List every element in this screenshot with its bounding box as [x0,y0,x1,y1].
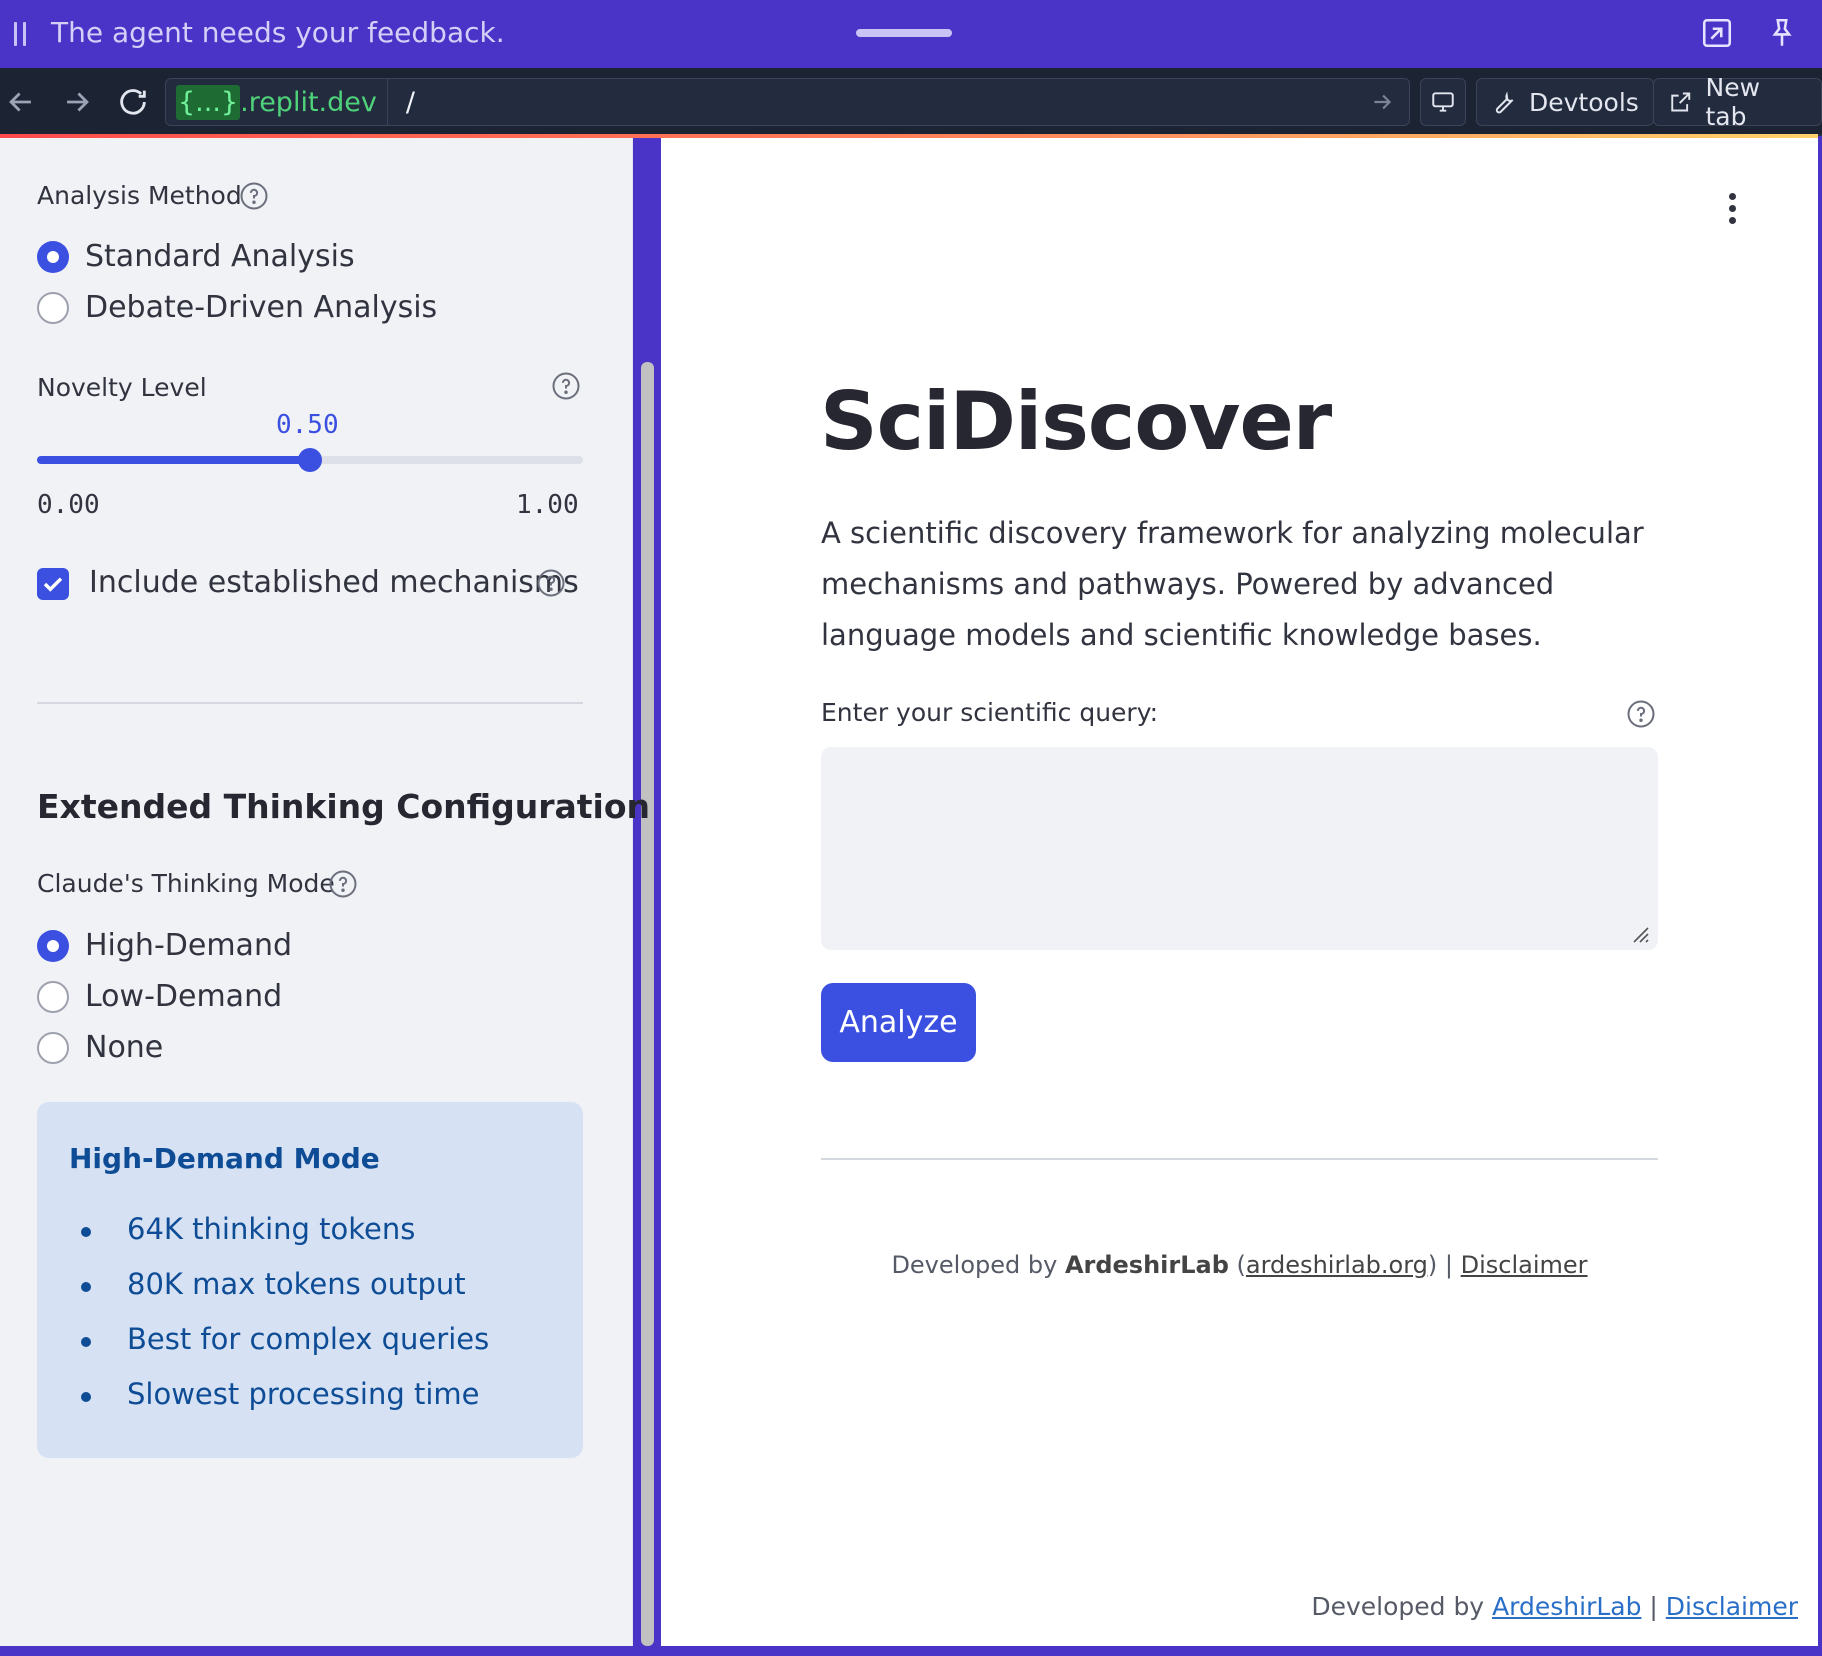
url-path: / [405,86,415,118]
extended-thinking-heading: Extended Thinking Configuration [37,787,651,826]
grip-icon[interactable] [12,22,28,46]
device-preview-button[interactable] [1420,78,1466,126]
url-host-brace: {...} [176,84,241,120]
mode-info-box: High-Demand Mode 64K thinking tokens 80K… [37,1102,583,1458]
list-item: 80K max tokens output [69,1267,489,1322]
agent-message: The agent needs your feedback. [51,16,505,49]
novelty-slider[interactable] [37,448,583,472]
slider-thumb[interactable] [298,448,322,472]
sidebar-divider [37,702,583,704]
help-icon[interactable] [551,371,581,401]
monitor-icon [1432,92,1454,112]
drag-handle[interactable] [856,29,952,37]
radio-button[interactable] [37,980,69,1013]
sidebar-scrollbar[interactable] [641,362,654,1646]
footer-disclaimer-link[interactable]: Disclaimer [1461,1251,1588,1279]
radio-none[interactable]: None [37,1030,163,1065]
pin-icon[interactable] [1765,16,1799,50]
list-item: Best for complex queries [69,1322,489,1377]
bottom-footer-lab-link[interactable]: ArdeshirLab [1492,1592,1641,1621]
thinking-mode-label: Claude's Thinking Mode [37,869,335,898]
analyze-button[interactable]: Analyze [821,983,976,1062]
radio-label: None [85,1030,164,1065]
include-established-checkbox[interactable] [37,568,69,600]
bottom-footer: Developed by ArdeshirLab | Disclaimer [1311,1592,1798,1621]
analysis-method-label: Analysis Method [37,181,242,210]
url-host-domain: .replit.dev [240,86,377,118]
devtools-button[interactable]: Devtools [1476,78,1654,126]
radio-label: Debate-Driven Analysis [85,290,438,325]
main-divider [821,1158,1658,1160]
new-tab-label: New tab [1705,73,1761,131]
footer-lab-name: ArdeshirLab [1064,1251,1229,1279]
list-item: 64K thinking tokens [69,1212,489,1267]
radio-debate-driven-analysis[interactable]: Debate-Driven Analysis [37,290,437,325]
url-bar[interactable]: {...} .replit.dev / [165,78,1410,126]
footer-site-link[interactable]: ardeshirlab.org [1246,1251,1428,1279]
footer-separator: ) | [1427,1251,1461,1279]
browser-toolbar: {...} .replit.dev / Devtools New tab [0,68,1822,136]
radio-label: Standard Analysis [85,239,355,274]
footer-credits: Developed by ArdeshirLab (ardeshirlab.or… [821,1251,1658,1279]
slider-fill [37,456,310,464]
slider-max: 1.00 [516,490,579,520]
help-icon[interactable] [328,869,358,899]
radio-button[interactable] [37,929,69,962]
bottom-footer-disclaimer-link[interactable]: Disclaimer [1666,1592,1798,1621]
scientific-query-input[interactable] [821,747,1658,950]
forward-icon[interactable] [60,85,94,119]
bottom-footer-prefix: Developed by [1311,1592,1493,1621]
wrench-icon [1495,91,1514,114]
radio-label: High-Demand [85,928,292,963]
bottom-footer-separator: | [1641,1592,1666,1621]
page-title: SciDiscover [820,375,1332,468]
query-label: Enter your scientific query: [821,698,1159,727]
devtools-label: Devtools [1529,87,1639,117]
help-icon[interactable] [239,181,269,211]
help-icon[interactable] [1626,699,1656,729]
pop-out-icon[interactable] [1700,16,1734,50]
radio-label: Low-Demand [85,979,283,1014]
footer-prefix: Developed by [891,1251,1065,1279]
checkmark-icon [43,577,63,592]
resize-grip-icon[interactable] [1626,920,1650,944]
info-list: 64K thinking tokens 80K max tokens outpu… [69,1212,489,1432]
radio-button[interactable] [37,291,69,324]
radio-button[interactable] [37,240,69,273]
radio-standard-analysis[interactable]: Standard Analysis [37,239,355,274]
novelty-value: 0.50 [276,410,339,440]
radio-low-demand[interactable]: Low-Demand [37,979,282,1014]
back-icon[interactable] [4,85,38,119]
info-title: High-Demand Mode [69,1142,380,1175]
url-host: {...} .replit.dev [166,79,388,125]
agent-feedback-bar: The agent needs your feedback. [0,0,1822,68]
reload-icon[interactable] [116,85,150,119]
help-icon[interactable] [536,568,566,598]
include-established-label: Include established mechanisms [89,565,579,600]
external-link-icon [1671,92,1691,112]
footer-open-paren: ( [1228,1251,1246,1279]
radio-button[interactable] [37,1031,69,1064]
radio-high-demand[interactable]: High-Demand [37,928,292,963]
new-tab-button[interactable]: New tab [1653,73,1822,131]
app-description: A scientific discovery framework for ana… [821,516,1644,652]
novelty-level-label: Novelty Level [37,373,207,402]
slider-min: 0.00 [37,490,100,520]
kebab-menu-icon[interactable] [1726,191,1738,227]
list-item: Slowest processing time [69,1377,489,1432]
go-arrow-icon[interactable] [1369,89,1395,115]
